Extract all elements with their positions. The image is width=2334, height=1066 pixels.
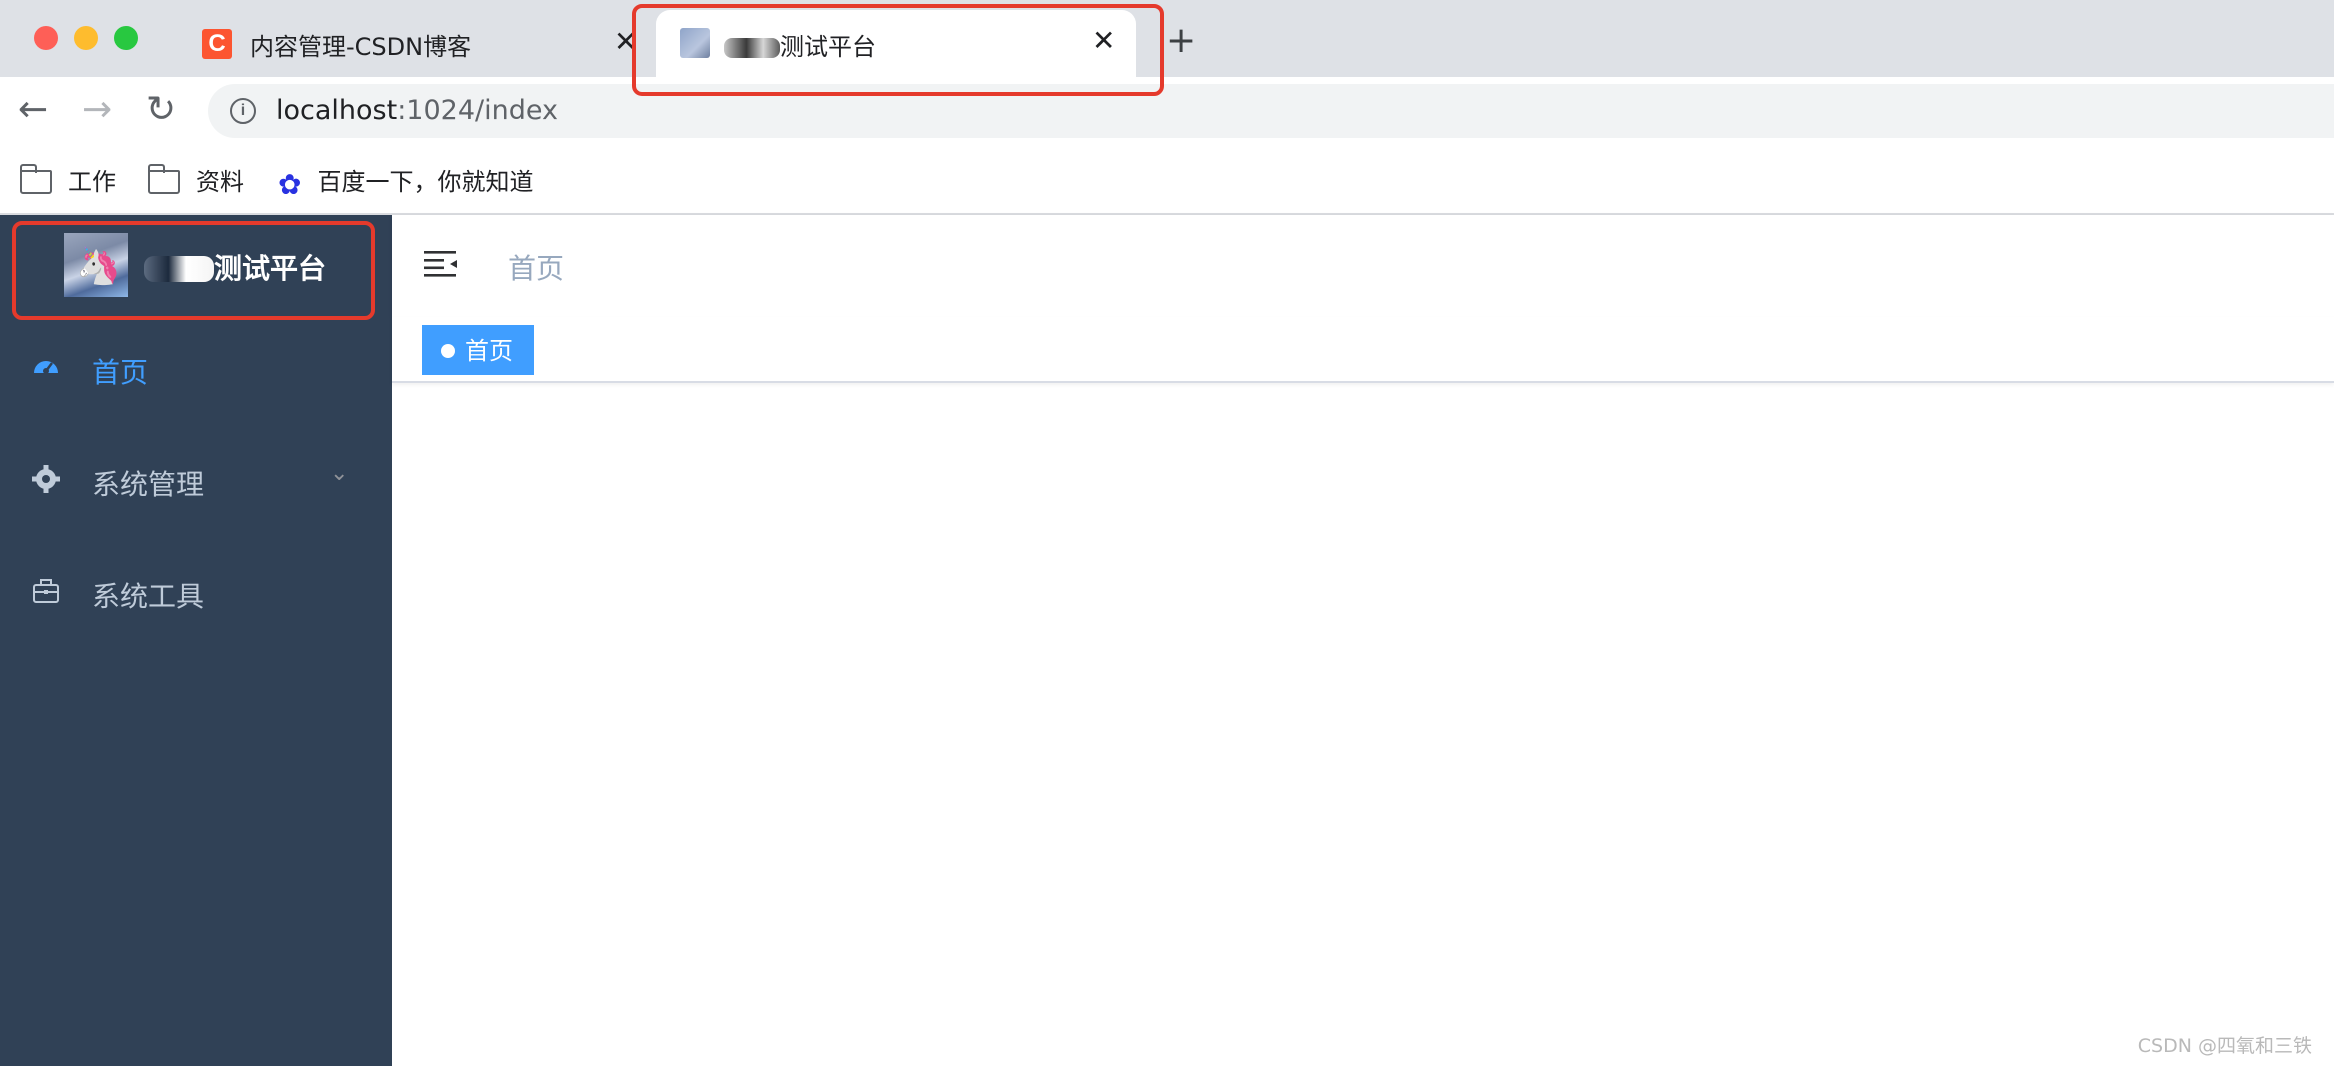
forward-arrow-icon[interactable]: →	[82, 90, 112, 130]
app-title: 测试平台	[144, 247, 326, 287]
tags-view: 首页	[392, 317, 2334, 383]
active-dot-icon	[441, 344, 455, 358]
site-info-icon[interactable]: i	[230, 98, 256, 124]
window-close-button[interactable]	[34, 26, 58, 50]
redacted-text	[144, 256, 214, 282]
bookmark-materials[interactable]: 资料	[147, 162, 244, 197]
browser-tab-csdn[interactable]: C 内容管理-CSDN博客 ✕	[190, 0, 650, 77]
sidebar-item-system-management[interactable]: 系统管理 ⌄	[0, 427, 392, 539]
tab-close-icon[interactable]: ✕	[1092, 24, 1115, 57]
sidebar-logo[interactable]: 测试平台	[64, 233, 364, 297]
address-bar[interactable]: i localhost:1024/index	[208, 84, 2334, 138]
sidebar-item-label: 系统工具	[92, 580, 205, 613]
navbar: 首页	[392, 215, 2334, 317]
tab-close-icon[interactable]: ✕	[614, 25, 637, 58]
back-arrow-icon[interactable]: ←	[18, 90, 48, 130]
settings-icon	[32, 465, 60, 493]
dashboard-icon	[34, 361, 58, 374]
tag-home[interactable]: 首页	[422, 325, 534, 375]
watermark: CSDN @四氧和三铁	[2137, 1035, 2312, 1057]
sidebar-item-system-tools[interactable]: 系统工具	[0, 539, 392, 651]
redacted-text	[724, 38, 780, 58]
url-text[interactable]: localhost:1024/index	[276, 95, 558, 126]
csdn-favicon-icon: C	[202, 29, 232, 59]
unicorn-logo-icon	[64, 233, 128, 297]
sidebar-item-label: 系统管理	[92, 468, 205, 501]
tab-title: 内容管理-CSDN博客	[250, 33, 472, 61]
new-tab-button[interactable]: +	[1166, 20, 1196, 61]
bookmark-work[interactable]: 工作	[19, 162, 116, 197]
baidu-paw-icon: ✿	[278, 168, 302, 201]
breadcrumb: 首页	[508, 252, 565, 285]
window-zoom-button[interactable]	[114, 26, 138, 50]
browser-tab-strip: C 内容管理-CSDN博客 ✕ 测试平台 ✕ +	[0, 0, 2334, 77]
sidebar-item-home[interactable]: 首页	[0, 315, 392, 427]
browser-toolbar: ← → ↻ i localhost:1024/index	[0, 77, 2334, 143]
chevron-down-icon[interactable]: ⌄	[330, 461, 348, 486]
window-minimize-button[interactable]	[74, 26, 98, 50]
sidebar-item-label: 首页	[92, 356, 149, 389]
browser-tab-active[interactable]: 测试平台 ✕	[656, 10, 1136, 77]
folder-icon	[19, 164, 52, 194]
unicorn-favicon-icon	[680, 28, 710, 58]
toolbox-icon	[33, 579, 59, 603]
bookmark-baidu[interactable]: ✿ 百度一下，你就知道	[278, 162, 533, 201]
hamburger-fold-icon[interactable]	[424, 249, 458, 279]
reload-icon[interactable]: ↻	[146, 90, 176, 130]
sidebar: 测试平台 首页 系统管理 ⌄	[0, 215, 392, 1066]
bookmarks-bar: 工作 资料 ✿ 百度一下，你就知道	[0, 143, 2334, 215]
tab-title: 测试平台	[724, 27, 876, 62]
folder-icon	[147, 164, 180, 194]
